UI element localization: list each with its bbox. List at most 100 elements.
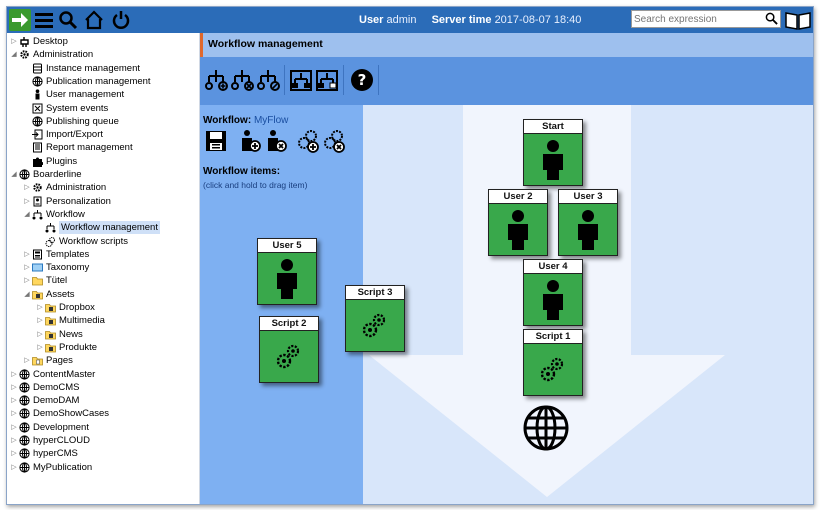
help-icon[interactable]: ?: [350, 67, 374, 93]
folder-icon: [32, 275, 43, 286]
tree-item[interactable]: ▷ News: [36, 328, 82, 341]
workflow-card-user2[interactable]: User 2: [488, 189, 548, 256]
search-icon[interactable]: [57, 9, 79, 31]
tree-item[interactable]: ▷ Pages: [23, 354, 73, 367]
tree-item[interactable]: ▷ Taxonomy: [23, 261, 89, 274]
tree-item[interactable]: ▷ Desktop: [10, 35, 68, 48]
expand-arrow-icon[interactable]: ▷: [23, 274, 31, 287]
user-label: User: [359, 14, 384, 26]
collapse-arrow-icon[interactable]: ◢: [23, 208, 31, 221]
import-workflow-icon[interactable]: [289, 67, 313, 93]
card-title: Script 2: [260, 317, 318, 331]
workflow-card-script3[interactable]: Script 3: [345, 285, 405, 352]
toolbar-separator: [284, 65, 285, 95]
help-book-icon[interactable]: [785, 10, 811, 33]
expand-arrow-icon[interactable]: ▷: [10, 461, 18, 474]
tree-item[interactable]: ◢ Administration: [10, 48, 93, 61]
tree-item[interactable]: ▷ Personalization: [23, 195, 111, 208]
tree-item[interactable]: ▷ hyperCMS: [10, 447, 78, 460]
tree-item-label: Import/Export: [46, 129, 104, 141]
expand-arrow-icon[interactable]: ▷: [10, 368, 18, 381]
edit-workflow-icon[interactable]: [256, 67, 280, 93]
tree-item[interactable]: User management: [23, 88, 124, 101]
expand-arrow-icon[interactable]: ▷: [10, 407, 18, 420]
tree-item[interactable]: ▷ DemoDAM: [10, 394, 79, 407]
gears-icon: [540, 357, 564, 381]
expand-arrow-icon[interactable]: ▷: [10, 447, 18, 460]
expand-arrow-icon[interactable]: ▷: [10, 394, 18, 407]
menu-icon[interactable]: [33, 9, 55, 31]
collapse-arrow-icon[interactable]: ◢: [10, 48, 18, 61]
workflow-card-script2[interactable]: Script 2: [259, 316, 319, 383]
tree-item[interactable]: ▷ Development: [10, 421, 89, 434]
expand-arrow-icon[interactable]: ▷: [10, 421, 18, 434]
workflow-card-user4[interactable]: User 4: [523, 259, 583, 326]
tree-item[interactable]: System events: [23, 102, 108, 115]
time-value: 2017-08-07 18:40: [494, 14, 582, 26]
workflow-card-script1[interactable]: Script 1: [523, 329, 583, 396]
expand-arrow-icon[interactable]: ▷: [36, 314, 44, 327]
power-icon[interactable]: [110, 9, 132, 31]
expand-arrow-icon[interactable]: ▷: [23, 261, 31, 274]
add-workflow-icon[interactable]: [204, 67, 228, 93]
tree-item[interactable]: ▷ hyperCLOUD: [10, 434, 90, 447]
tree-item[interactable]: ◢ Assets: [23, 288, 74, 301]
delete-user-item-icon[interactable]: [264, 129, 288, 153]
tree-item[interactable]: Report management: [23, 141, 133, 154]
export-workflow-icon[interactable]: [315, 67, 339, 93]
tree-item[interactable]: ▷ MyPublication: [10, 461, 92, 474]
tree-item[interactable]: Publication management: [23, 75, 151, 88]
collapse-arrow-icon[interactable]: ◢: [10, 168, 18, 181]
collapse-arrow-icon[interactable]: ◢: [23, 288, 31, 301]
tree-item[interactable]: Instance management: [23, 62, 140, 75]
expand-arrow-icon[interactable]: ▷: [10, 381, 18, 394]
card-title: Start: [524, 120, 582, 134]
tree-item[interactable]: Import/Export: [23, 128, 103, 141]
tree-item[interactable]: ▷ Produkte: [36, 341, 97, 354]
expand-arrow-icon[interactable]: ▷: [36, 301, 44, 314]
workflow-card-user3[interactable]: User 3: [558, 189, 618, 256]
expand-arrow-icon[interactable]: ▷: [23, 181, 31, 194]
tree-item[interactable]: ▷ Multimedia: [36, 314, 105, 327]
tree-item[interactable]: ▷ Templates: [23, 248, 89, 261]
user-icon: [508, 209, 528, 250]
workflow-label: Workflow: MyFlow: [203, 115, 288, 126]
expand-arrow-icon[interactable]: ▷: [10, 434, 18, 447]
tree-item[interactable]: ▷ ContentMaster: [10, 368, 95, 381]
tree-item[interactable]: ◢ Workflow: [23, 208, 85, 221]
tree-item[interactable]: ▷ Administration: [23, 181, 106, 194]
tree-item[interactable]: ▷ Tütel: [23, 274, 67, 287]
tree-item[interactable]: Plugins: [23, 155, 77, 168]
tree-item[interactable]: Publishing queue: [23, 115, 119, 128]
report-icon: [32, 142, 43, 153]
tree-item[interactable]: ◢ Boarderline: [10, 168, 81, 181]
home-icon[interactable]: [83, 9, 105, 31]
navigate-arrow-icon[interactable]: [9, 9, 31, 31]
delete-workflow-icon[interactable]: [230, 67, 254, 93]
tree-item[interactable]: Workflow management: [36, 221, 160, 235]
workflow-card-start[interactable]: Start: [523, 119, 583, 186]
svg-text:?: ?: [358, 71, 367, 89]
tree-item-label: Instance management: [46, 62, 141, 74]
tree-item[interactable]: ▷ DemoCMS: [10, 381, 79, 394]
tree-item[interactable]: ▷ Dropbox: [36, 301, 95, 314]
workflow-card-user5[interactable]: User 5: [257, 238, 317, 305]
tree-item-label: hyperCMS: [33, 448, 78, 460]
search-input[interactable]: [632, 11, 762, 27]
add-user-item-icon[interactable]: [238, 129, 262, 153]
expand-arrow-icon[interactable]: ▷: [23, 195, 31, 208]
main-panel: Workflow management ? Workflow: MyFlow W…: [200, 33, 813, 504]
search-submit-icon[interactable]: [765, 12, 778, 28]
expand-arrow-icon[interactable]: ▷: [36, 328, 44, 341]
expand-arrow-icon[interactable]: ▷: [23, 354, 31, 367]
globe-icon: [19, 368, 30, 380]
tree-item[interactable]: Workflow scripts: [36, 235, 128, 248]
save-icon[interactable]: [204, 129, 228, 153]
tree-item[interactable]: ▷ DemoShowCases: [10, 407, 109, 420]
add-script-item-icon[interactable]: [296, 129, 320, 153]
expand-arrow-icon[interactable]: ▷: [10, 35, 18, 48]
expand-arrow-icon[interactable]: ▷: [36, 341, 44, 354]
delete-script-item-icon[interactable]: [322, 129, 346, 153]
tree-item-label: Workflow: [46, 208, 85, 220]
expand-arrow-icon[interactable]: ▷: [23, 248, 31, 261]
